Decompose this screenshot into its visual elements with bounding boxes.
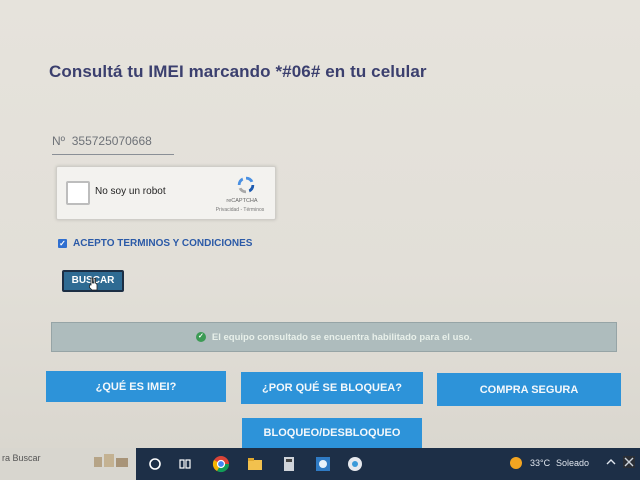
que-es-imei-button[interactable]: ¿QUÉ ES IMEI? — [46, 371, 226, 402]
chevron-up-icon[interactable] — [606, 457, 616, 467]
check-icon: ✓ — [58, 239, 67, 248]
terms-checkbox[interactable]: ✓ ACEPTO TERMINOS Y CONDICIONES — [58, 238, 252, 249]
task-view-icon[interactable] — [176, 455, 194, 473]
recaptcha-links[interactable]: Privacidad - Términos — [207, 207, 273, 213]
bloqueo-desbloqueo-button[interactable]: BLOQUEO/DESBLOQUEO — [242, 418, 422, 448]
imei-input[interactable]: Nº 355725070668 — [52, 134, 174, 155]
recaptcha-logo-icon — [237, 176, 255, 194]
recaptcha-brand: reCAPTCHA — [226, 198, 258, 204]
recaptcha-checkbox[interactable] — [66, 181, 90, 205]
page-title: Consultá tu IMEI marcando *#06# en tu ce… — [49, 62, 427, 81]
tray-app-icon[interactable] — [622, 455, 636, 469]
recaptcha-label: No soy un robot — [95, 186, 166, 197]
compra-segura-button[interactable]: COMPRA SEGURA — [437, 373, 621, 406]
app-icon[interactable] — [346, 455, 364, 473]
imei-prefix: Nº — [52, 134, 66, 148]
alert-text: El equipo consultado se encuentra habili… — [211, 331, 473, 343]
page-area: Consultá tu IMEI marcando *#06# en tu ce… — [0, 0, 640, 448]
weather-condition: Soleado — [556, 458, 590, 468]
check-circle-icon: ✓ — [195, 332, 206, 342]
search-highlight-art-icon — [94, 454, 128, 467]
search-circle-icon[interactable] — [146, 455, 164, 473]
file-explorer-icon[interactable] — [246, 455, 264, 473]
status-alert: ✓ El equipo consultado se encuentra habi… — [51, 322, 617, 352]
calculator-icon[interactable] — [280, 455, 298, 473]
chrome-icon[interactable] — [212, 455, 230, 473]
weather-temperature: 33°C — [530, 458, 551, 468]
por-que-se-bloquea-button[interactable]: ¿POR QUÉ SE BLOQUEA? — [241, 372, 423, 404]
terms-label: ACEPTO TERMINOS Y CONDICIONES — [73, 238, 253, 249]
sun-weather-icon — [510, 457, 522, 469]
imei-value: 355725070668 — [71, 134, 152, 148]
hand-cursor-icon — [89, 277, 98, 291]
photos-icon[interactable] — [314, 455, 332, 473]
recaptcha-widget: No soy un robot reCAPTCHA Privacidad - T… — [56, 166, 276, 220]
